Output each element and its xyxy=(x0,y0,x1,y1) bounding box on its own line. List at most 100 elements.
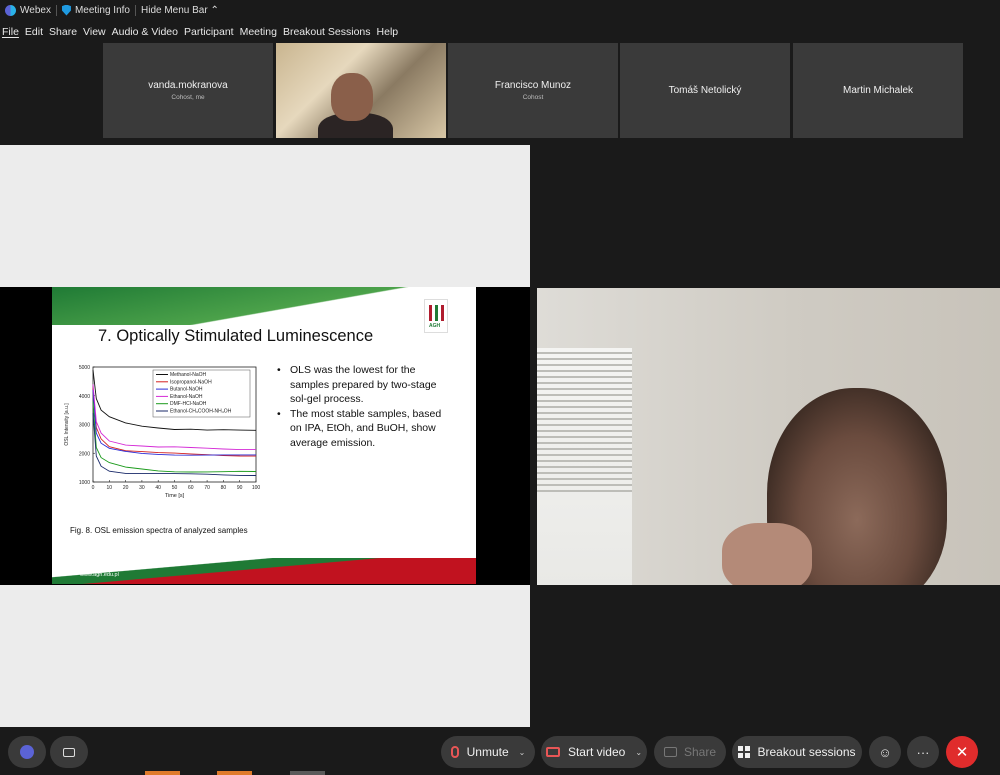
reactions-button[interactable]: ☺ xyxy=(869,736,901,768)
legend-label: Ethanol-CH₃COOH-NH₄OH xyxy=(170,409,232,415)
participant-video-head xyxy=(331,73,373,121)
y-tick-label: 4000 xyxy=(79,394,90,400)
share-button[interactable]: Share xyxy=(654,736,726,768)
menu-share[interactable]: Share xyxy=(46,26,80,38)
slide-bullets: OLS was the lowest for the samples prepa… xyxy=(277,363,442,450)
x-tick-label: 60 xyxy=(188,485,194,491)
participant-role: Cohost xyxy=(522,94,544,101)
x-tick-label: 70 xyxy=(204,485,210,491)
blind-slat xyxy=(537,400,632,402)
start-video-label: Start video xyxy=(567,745,626,759)
slide-footer-url: www.agh.edu.pl xyxy=(80,572,119,578)
y-tick-label: 3000 xyxy=(79,423,90,429)
app-title: Webex xyxy=(0,0,56,20)
menu-file[interactable]: File xyxy=(0,26,22,38)
blind-slat xyxy=(537,448,632,450)
blind-slat xyxy=(537,376,632,378)
start-video-button[interactable]: Start video ⌄ xyxy=(541,736,647,768)
blind-slat xyxy=(537,358,632,360)
menu-edit[interactable]: Edit xyxy=(22,26,46,38)
participant-video-tile[interactable] xyxy=(276,43,446,138)
blind-slat xyxy=(537,430,632,432)
blind-slat xyxy=(537,370,632,372)
participant-name: Francisco Munoz xyxy=(494,80,572,91)
menu-meeting[interactable]: Meeting xyxy=(237,26,280,38)
chevron-down-icon[interactable]: ⌄ xyxy=(635,748,642,757)
logo-text: AGH xyxy=(429,323,441,329)
blind-slat xyxy=(537,436,632,438)
leave-meeting-button[interactable]: ✕ xyxy=(946,736,978,768)
more-options-button[interactable]: ··· xyxy=(907,736,939,768)
x-tick-label: 10 xyxy=(107,485,113,491)
slide-bullet: OLS was the lowest for the samples prepa… xyxy=(277,363,442,407)
x-tick-label: 40 xyxy=(155,485,161,491)
menu-bar: File Edit Share View Audio & Video Parti… xyxy=(0,22,401,42)
close-icon: ✕ xyxy=(955,744,969,761)
logo-bar xyxy=(429,305,432,321)
legend-label: Methanol-NaOH xyxy=(170,372,207,378)
blind-slat xyxy=(537,490,632,492)
presentation-slide: AGH 7. Optically Stimulated Luminescence… xyxy=(52,287,476,584)
more-icon: ··· xyxy=(916,744,930,760)
blind-slat xyxy=(537,442,632,444)
menu-help[interactable]: Help xyxy=(374,26,402,38)
speaker-hand xyxy=(722,523,812,585)
slide-bullet: The most stable samples, based on IPA, E… xyxy=(277,407,442,451)
x-tick-label: 100 xyxy=(252,485,261,491)
blind-slat xyxy=(537,454,632,456)
meeting-info-button[interactable]: Meeting Info xyxy=(57,0,135,20)
blind-slat xyxy=(537,418,632,420)
x-tick-label: 0 xyxy=(92,485,95,491)
blind-slat xyxy=(537,484,632,486)
breakout-sessions-label: Breakout sessions xyxy=(757,745,856,759)
logo-bar xyxy=(435,305,438,321)
mic-muted-icon xyxy=(450,746,459,758)
blind-slat xyxy=(537,364,632,366)
participant-role: Cohost, me xyxy=(171,94,205,101)
participant-name: vanda.mokranova xyxy=(148,80,228,91)
y-tick-label: 2000 xyxy=(79,451,90,457)
shield-icon xyxy=(61,4,71,16)
share-screen-icon xyxy=(663,747,677,757)
taskbar-indicator xyxy=(145,771,180,775)
x-axis-label: Time [s] xyxy=(165,493,185,499)
active-speaker-video[interactable] xyxy=(537,288,1000,585)
taskbar-indicator xyxy=(290,771,325,775)
participant-tile[interactable]: Tomáš Netolický xyxy=(620,43,790,138)
logo-bar xyxy=(441,305,444,321)
unmute-button[interactable]: Unmute ⌄ xyxy=(441,736,535,768)
breakout-grid-icon xyxy=(738,746,751,758)
blind-slat xyxy=(537,424,632,426)
slide-title: 7. Optically Stimulated Luminescence xyxy=(98,327,374,345)
blind-slat xyxy=(537,412,632,414)
ai-assistant-button[interactable] xyxy=(8,736,46,768)
hide-menu-bar-button[interactable]: Hide Menu Bar ⌃ xyxy=(136,0,224,20)
meeting-controls: Unmute ⌄ Start video ⌄ Share Breakout se… xyxy=(0,731,1000,771)
participant-tile[interactable]: Martin Michalek xyxy=(793,43,963,138)
blind-slat xyxy=(537,394,632,396)
menu-view[interactable]: View xyxy=(80,26,109,38)
blind-slat xyxy=(537,388,632,390)
agh-logo: AGH xyxy=(424,299,448,333)
menu-participant[interactable]: Participant xyxy=(181,26,237,38)
x-tick-label: 80 xyxy=(221,485,227,491)
window-blinds xyxy=(537,348,632,585)
app-name: Webex xyxy=(20,4,51,16)
menu-breakout-sessions[interactable]: Breakout Sessions xyxy=(280,26,374,38)
slide-footer-band xyxy=(52,558,476,584)
x-tick-label: 30 xyxy=(139,485,145,491)
meeting-info-label: Meeting Info xyxy=(74,4,130,16)
blind-slat xyxy=(537,382,632,384)
captions-button[interactable] xyxy=(50,736,88,768)
osl-chart: 0 10 20 30 40 50 60 70 80 90 100 1000 2000 3000 4000 50… xyxy=(64,365,261,499)
breakout-sessions-button[interactable]: Breakout sessions xyxy=(732,736,862,768)
chevron-down-icon[interactable]: ⌄ xyxy=(519,748,526,757)
menu-audio-video[interactable]: Audio & Video xyxy=(109,26,181,38)
y-tick-label: 1000 xyxy=(79,480,90,486)
participant-tile[interactable]: vanda.mokranova Cohost, me xyxy=(103,43,273,138)
smiley-icon: ☺ xyxy=(878,744,892,760)
blind-slat xyxy=(537,406,632,408)
participant-tile[interactable]: Francisco Munoz Cohost xyxy=(448,43,618,138)
captions-icon xyxy=(63,747,75,757)
legend-label: DMF-HCl-NaOH xyxy=(170,401,207,407)
